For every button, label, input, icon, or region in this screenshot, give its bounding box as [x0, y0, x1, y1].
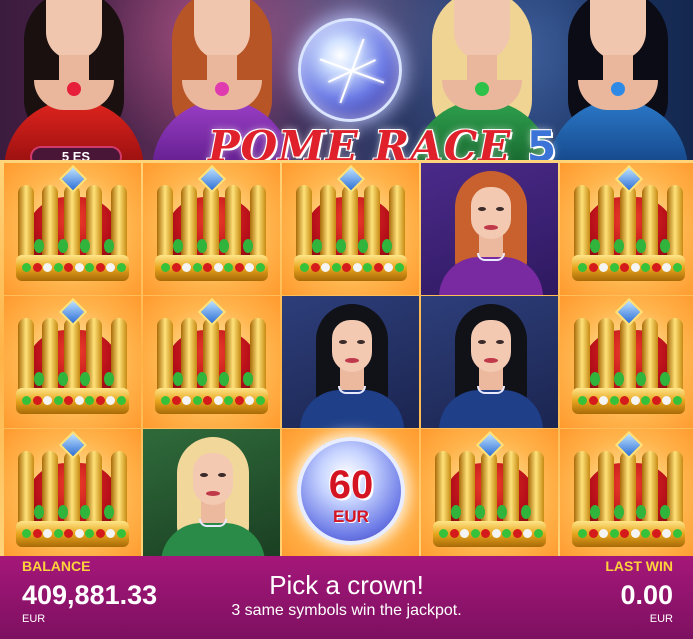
banner-lady-blue [548, 0, 688, 175]
crown-icon [12, 297, 133, 422]
crystal-orb-icon [298, 18, 402, 122]
prize-amount: 60 [328, 463, 374, 507]
last-win-value: 0.00 [620, 580, 673, 610]
crown-pick-cell[interactable] [560, 296, 693, 428]
prize-orb: 60 EUR [297, 437, 405, 545]
crown-icon [12, 430, 133, 555]
crown-icon [290, 164, 411, 289]
lady-portrait-icon [143, 429, 280, 561]
crown-icon [568, 430, 689, 555]
crown-icon [151, 164, 272, 289]
bottom-bar: BALANCE 409,881.33 EUR Pick a crown! 3 s… [0, 556, 693, 639]
message-title: Pick a crown! [269, 570, 424, 600]
portrait-symbol-cell[interactable] [282, 296, 419, 428]
lady-portrait-icon [421, 296, 558, 428]
crown-pick-cell[interactable] [4, 429, 141, 561]
crown-icon [12, 164, 133, 289]
last-win-label: LAST WIN [605, 558, 673, 574]
prize-currency: EUR [333, 507, 369, 526]
lady-portrait-icon [421, 163, 558, 295]
crown-icon [568, 297, 689, 422]
crown-pick-cell[interactable] [282, 163, 419, 295]
message-subtitle: 3 same symbols win the jackpot. [231, 602, 462, 619]
portrait-symbol-cell[interactable] [421, 296, 558, 428]
portrait-symbol-cell[interactable] [421, 163, 558, 295]
crown-icon [151, 297, 272, 422]
crown-pick-cell[interactable] [560, 163, 693, 295]
crown-icon [568, 164, 689, 289]
crown-pick-cell[interactable] [4, 163, 141, 295]
prize-cell[interactable]: 60 EUR [282, 429, 419, 561]
crown-pick-cell[interactable] [4, 296, 141, 428]
pick-grid: 60 EUR [0, 160, 693, 561]
portrait-symbol-cell[interactable] [143, 429, 280, 561]
crown-pick-cell[interactable] [560, 429, 693, 561]
crown-pick-cell[interactable] [421, 429, 558, 561]
crown-icon [429, 430, 550, 555]
last-win-currency: EUR [649, 613, 673, 625]
crown-pick-cell[interactable] [143, 296, 280, 428]
crown-pick-cell[interactable] [143, 163, 280, 295]
lady-portrait-icon [282, 296, 419, 428]
top-banner: POME RACE 5 5 ES [0, 0, 693, 175]
